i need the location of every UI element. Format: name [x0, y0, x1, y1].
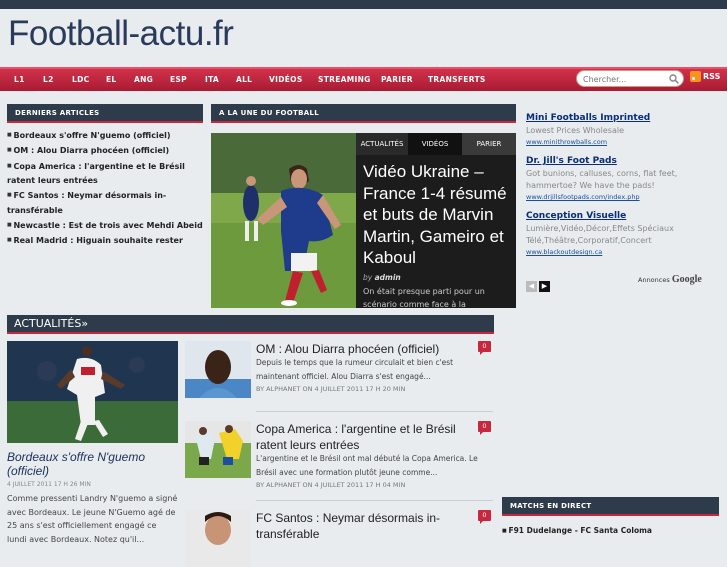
article-excerpt: L'argentine et le Brésil ont mal débuté …: [256, 454, 478, 477]
headline-excerpt: On était presque parti pour un scénario …: [363, 286, 485, 309]
ad-item: Mini Footballs Imprinted Lowest Prices W…: [526, 113, 716, 146]
article-thumbnail[interactable]: [185, 341, 251, 398]
ads-block: Mini Footballs Imprinted Lowest Prices W…: [526, 113, 716, 261]
nav-transferts[interactable]: TRANSFERTS: [428, 75, 486, 84]
ad-title[interactable]: Conception Visuelle: [526, 211, 716, 221]
ad-nav: ◀ ▶: [526, 273, 552, 292]
nav-parier[interactable]: PARIER: [381, 75, 413, 84]
list-item[interactable]: FC Santos : Neymar désormais in-transfér…: [7, 188, 203, 218]
ad-description: Lumière,Vidéo,Décor,Effets Spéciaux Télé…: [526, 224, 674, 245]
featured-date: 4 JUILLET 2011 17 H 26 MIN: [7, 481, 91, 488]
article-title[interactable]: OM : Alou Diarra phocéen (officiel): [256, 341, 466, 357]
featured-excerpt: Comme pressenti Landry N'guemo a signé a…: [7, 494, 178, 544]
divider: [256, 500, 493, 501]
site-logo[interactable]: Football-actu.fr: [8, 14, 234, 54]
headline-box: A LA UNE DU FOOTBALL ACTUALITÉS VIDÉOS P…: [211, 104, 516, 309]
search-input[interactable]: [583, 73, 667, 85]
nav-ldc[interactable]: LDC: [72, 75, 89, 84]
headline-tabs: ACTUALITÉS VIDÉOS PARIER: [356, 133, 516, 155]
list-item[interactable]: OM : Alou Diarra phocéen (officiel): [7, 143, 203, 158]
article-thumbnail[interactable]: [185, 421, 251, 478]
headline-box-title: A LA UNE DU FOOTBALL: [211, 104, 516, 123]
top-bar: [0, 0, 727, 9]
ad-item: Dr. Jill's Foot Pads Got bunions, callus…: [526, 156, 716, 201]
nav-esp[interactable]: ESP: [170, 75, 187, 84]
headline-byline: by admin: [363, 272, 401, 282]
chevron-left-icon[interactable]: ◀: [526, 281, 537, 292]
ad-title[interactable]: Dr. Jill's Foot Pads: [526, 156, 716, 166]
article-excerpt: Depuis le temps que la rumeur circulait …: [256, 358, 454, 381]
ad-description: Lowest Prices Wholesale: [526, 126, 624, 135]
article-thumbnail[interactable]: [185, 510, 251, 567]
ad-item: Conception Visuelle Lumière,Vidéo,Décor,…: [526, 211, 716, 256]
nav-ang[interactable]: ANG: [134, 75, 153, 84]
news-section-title: ACTUALITÉS»: [7, 315, 494, 334]
latest-articles-list: Bordeaux s'offre N'guemo (officiel) OM :…: [7, 128, 203, 249]
headline-title[interactable]: Vidéo Ukraine – France 1-4 résumé et but…: [363, 161, 509, 269]
ad-url[interactable]: www.minithrowballs.com: [526, 138, 716, 146]
rss-link[interactable]: RSS: [690, 71, 720, 82]
article-meta: BY ALPHANET ON 4 JUILLET 2011 17 H 04 MI…: [256, 481, 406, 489]
list-item[interactable]: Copa America : l'argentine et le Brésil …: [7, 159, 203, 189]
nav-all[interactable]: ALL: [236, 75, 252, 84]
comment-count-badge[interactable]: 0: [478, 510, 491, 524]
nav-el[interactable]: EL: [106, 75, 117, 84]
headline-panel: Vidéo Ukraine – France 1-4 résumé et but…: [356, 155, 516, 309]
nav-videos[interactable]: VIDÉOS: [269, 75, 303, 84]
article-title[interactable]: Copa America : l'argentine et le Brésil …: [256, 421, 466, 453]
featured-title[interactable]: Bordeaux s'offre N'guemo (officiel): [7, 450, 178, 478]
ad-title[interactable]: Mini Footballs Imprinted: [526, 113, 716, 123]
list-item[interactable]: Newcastle : Est de trois avec Mehdi Abei…: [7, 218, 203, 233]
nav-l2[interactable]: L2: [43, 75, 54, 84]
comment-count-badge[interactable]: 0: [478, 341, 491, 355]
search-icon[interactable]: [669, 74, 679, 84]
search-box: [576, 70, 684, 87]
headline-author[interactable]: admin: [375, 273, 401, 282]
nav-streaming[interactable]: STREAMING: [318, 75, 371, 84]
tab-parier[interactable]: PARIER: [462, 133, 516, 155]
chevron-right-icon[interactable]: ▶: [539, 281, 550, 292]
live-match-row[interactable]: F91 Dudelange - FC Santa Coloma: [502, 526, 652, 535]
article-title[interactable]: FC Santos : Neymar désormais in-transfér…: [256, 510, 466, 542]
featured-photo[interactable]: [7, 341, 178, 443]
divider: [256, 411, 493, 412]
ad-description: Got bunions, calluses, corns, flat feet,…: [526, 169, 678, 190]
featured-article: Bordeaux s'offre N'guemo (officiel) 4 JU…: [7, 341, 178, 546]
article-meta: BY ALPHANET ON 4 JUILLET 2011 17 H 20 MI…: [256, 385, 406, 393]
comment-count-badge[interactable]: 0: [478, 421, 491, 435]
ad-url[interactable]: www.drjillsfootpads.com/index.php: [526, 193, 716, 201]
nav-l1[interactable]: L1: [14, 75, 25, 84]
live-matches-title: MATCHS EN DIRECT: [502, 497, 719, 516]
headline-photo[interactable]: [211, 133, 356, 308]
rss-icon: [690, 71, 701, 82]
tab-actualites[interactable]: ACTUALITÉS: [356, 133, 408, 155]
google-ads-label[interactable]: Annonces Google: [638, 274, 702, 285]
nav-ita[interactable]: ITA: [205, 75, 219, 84]
list-item[interactable]: Real Madrid : Higuain souhaite rester: [7, 233, 203, 248]
ad-url[interactable]: www.blackoutdesign.ca: [526, 248, 716, 256]
list-item[interactable]: Bordeaux s'offre N'guemo (officiel): [7, 128, 203, 143]
latest-articles-title: DERNIERS ARTICLES: [7, 104, 203, 123]
tab-videos[interactable]: VIDÉOS: [408, 133, 462, 155]
